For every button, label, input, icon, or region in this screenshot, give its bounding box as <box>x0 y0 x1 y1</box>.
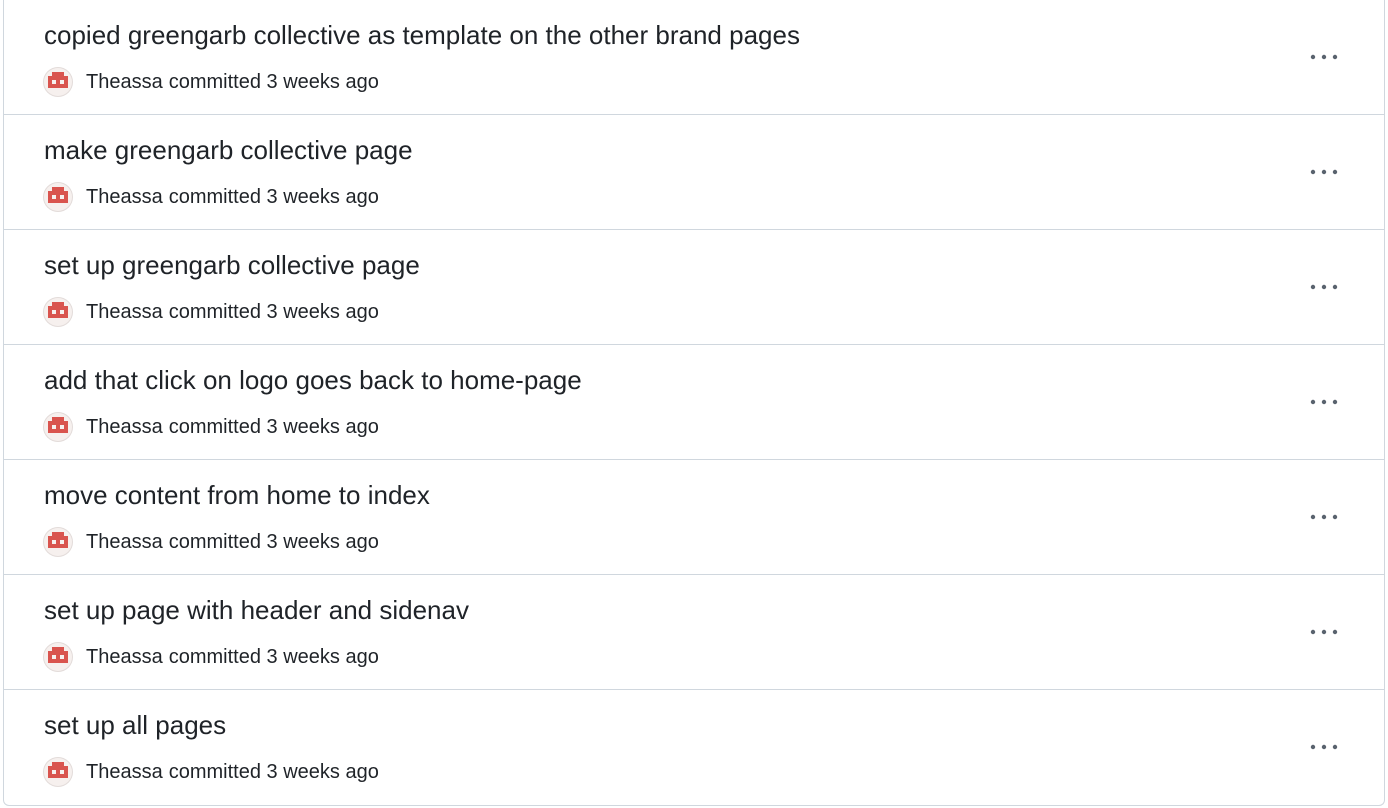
commit-meta: Theassa committed 3 weeks ago <box>44 182 379 212</box>
identicon-avatar-icon <box>48 647 68 663</box>
commit-time: 3 weeks ago <box>266 300 379 323</box>
more-options-button[interactable] <box>1306 615 1342 649</box>
kebab-horizontal-icon <box>1310 399 1338 405</box>
kebab-horizontal-icon <box>1310 169 1338 175</box>
commit-meta: Theassa committed 3 weeks ago <box>44 527 379 557</box>
commit-list: copied greengarb collective as template … <box>3 0 1385 806</box>
more-options-button[interactable] <box>1306 385 1342 419</box>
commit-time: 3 weeks ago <box>266 185 379 208</box>
author-avatar[interactable] <box>44 183 72 211</box>
commit-time: 3 weeks ago <box>266 760 379 783</box>
identicon-avatar-icon <box>48 302 68 318</box>
commit-row: move content from home to index Theassa … <box>4 460 1384 575</box>
commit-action: committed <box>168 300 261 323</box>
commit-meta: Theassa committed 3 weeks ago <box>44 67 379 97</box>
commit-action: committed <box>168 760 261 783</box>
commit-action: committed <box>168 415 261 438</box>
kebab-horizontal-icon <box>1310 284 1338 290</box>
more-options-button[interactable] <box>1306 730 1342 764</box>
author-avatar[interactable] <box>44 758 72 786</box>
author-name[interactable]: Theassa <box>86 761 163 784</box>
commit-action: committed <box>168 645 261 668</box>
author-avatar[interactable] <box>44 643 72 671</box>
author-name[interactable]: Theassa <box>86 531 163 554</box>
commit-title-link[interactable]: copied greengarb collective as template … <box>44 18 800 52</box>
commit-row: set up all pages Theassa committed 3 wee… <box>4 690 1384 805</box>
commit-meta: Theassa committed 3 weeks ago <box>44 642 379 672</box>
identicon-avatar-icon <box>48 532 68 548</box>
commit-row: copied greengarb collective as template … <box>4 0 1384 115</box>
author-avatar[interactable] <box>44 298 72 326</box>
author-avatar[interactable] <box>44 413 72 441</box>
commit-title-link[interactable]: make greengarb collective page <box>44 133 413 167</box>
more-options-button[interactable] <box>1306 270 1342 304</box>
kebab-horizontal-icon <box>1310 54 1338 60</box>
author-name[interactable]: Theassa <box>86 71 163 94</box>
commit-row: make greengarb collective page Theassa c… <box>4 115 1384 230</box>
more-options-button[interactable] <box>1306 40 1342 74</box>
kebab-horizontal-icon <box>1310 744 1338 750</box>
commit-row: add that click on logo goes back to home… <box>4 345 1384 460</box>
author-avatar[interactable] <box>44 528 72 556</box>
commit-action: committed <box>168 70 261 93</box>
commit-title-link[interactable]: set up all pages <box>44 708 226 742</box>
author-name[interactable]: Theassa <box>86 646 163 669</box>
commit-row: set up greengarb collective page Theassa… <box>4 230 1384 345</box>
kebab-horizontal-icon <box>1310 629 1338 635</box>
commit-action: committed <box>168 530 261 553</box>
kebab-horizontal-icon <box>1310 514 1338 520</box>
identicon-avatar-icon <box>48 72 68 88</box>
commit-action: committed <box>168 185 261 208</box>
commit-time: 3 weeks ago <box>266 530 379 553</box>
author-avatar[interactable] <box>44 68 72 96</box>
commit-meta: Theassa committed 3 weeks ago <box>44 297 379 327</box>
identicon-avatar-icon <box>48 762 68 778</box>
commit-meta: Theassa committed 3 weeks ago <box>44 412 379 442</box>
more-options-button[interactable] <box>1306 500 1342 534</box>
commit-title-link[interactable]: add that click on logo goes back to home… <box>44 363 582 397</box>
more-options-button[interactable] <box>1306 155 1342 189</box>
commit-title-link[interactable]: set up greengarb collective page <box>44 248 420 282</box>
author-name[interactable]: Theassa <box>86 301 163 324</box>
commit-meta: Theassa committed 3 weeks ago <box>44 757 379 787</box>
commit-time: 3 weeks ago <box>266 70 379 93</box>
identicon-avatar-icon <box>48 187 68 203</box>
author-name[interactable]: Theassa <box>86 416 163 439</box>
identicon-avatar-icon <box>48 417 68 433</box>
commit-time: 3 weeks ago <box>266 645 379 668</box>
commit-row: set up page with header and sidenav Thea… <box>4 575 1384 690</box>
author-name[interactable]: Theassa <box>86 186 163 209</box>
commit-title-link[interactable]: set up page with header and sidenav <box>44 593 469 627</box>
commit-title-link[interactable]: move content from home to index <box>44 478 430 512</box>
commit-time: 3 weeks ago <box>266 415 379 438</box>
